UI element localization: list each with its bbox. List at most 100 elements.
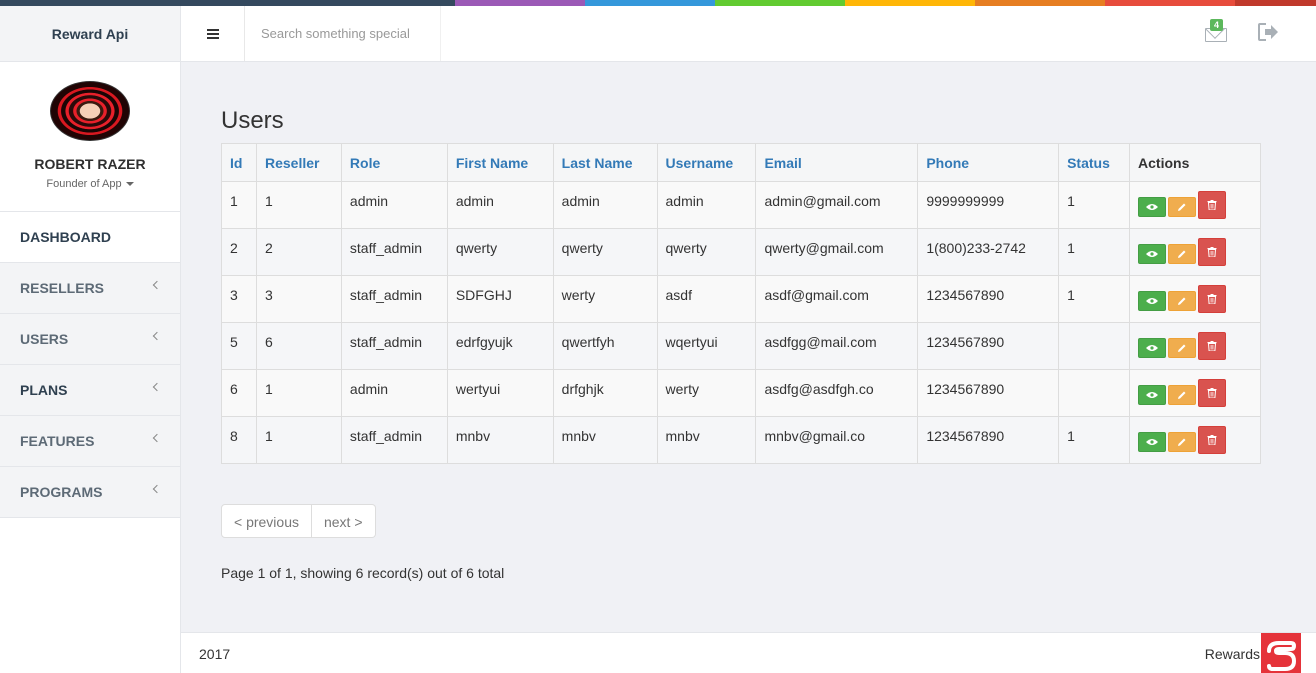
column-header[interactable]: First Name (446, 143, 554, 182)
table-cell: wqertyui (656, 322, 757, 370)
chevron-left-icon (152, 484, 162, 494)
delete-button[interactable] (1198, 285, 1227, 313)
delete-button[interactable] (1198, 332, 1227, 360)
table-cell: 1 (255, 369, 342, 417)
table-cell: wertyui (446, 369, 554, 417)
row-actions (1129, 416, 1261, 464)
table-cell: qwerty@gmail.com (755, 228, 919, 276)
next-page-link[interactable]: next > (311, 504, 376, 538)
delete-button[interactable] (1198, 426, 1227, 454)
trash-icon (1207, 435, 1217, 445)
sidebar-item-plans[interactable]: PLANS (0, 365, 180, 416)
view-button[interactable] (1138, 244, 1167, 264)
search-input[interactable] (247, 6, 441, 61)
column-header[interactable]: Status (1058, 143, 1131, 182)
column-header[interactable]: Username (656, 143, 757, 182)
table-cell: staff_admin (340, 416, 448, 464)
row-actions (1129, 369, 1261, 417)
profile-panel: ROBERT RAZER Founder of App (0, 62, 180, 212)
sidebar-item-features[interactable]: FEATURES (0, 416, 180, 467)
table-cell: SDFGHJ (446, 275, 554, 323)
table-cell (1058, 369, 1131, 417)
table-cell: staff_admin (340, 275, 448, 323)
sidebar-item-label: PROGRAMS (20, 484, 103, 500)
table-cell: 1 (255, 416, 342, 464)
top-navbar: 4 (181, 6, 1316, 62)
mail-count-badge: 4 (1210, 19, 1223, 31)
table-cell: staff_admin (340, 228, 448, 276)
chevron-left-icon (152, 382, 162, 392)
edit-button[interactable] (1168, 385, 1197, 405)
table-cell: qwerty (446, 228, 554, 276)
edit-button[interactable] (1168, 338, 1197, 358)
avatar[interactable] (50, 81, 130, 141)
row-actions (1129, 275, 1261, 323)
profile-role-dropdown[interactable]: Founder of App (0, 178, 180, 190)
sidebar-nav: DASHBOARD RESELLERS USERS PLANS FEATURES… (0, 212, 180, 518)
edit-button[interactable] (1168, 291, 1197, 311)
table-cell: qwerty (552, 228, 658, 276)
view-button[interactable] (1138, 385, 1167, 405)
delete-button[interactable] (1198, 238, 1227, 266)
sidebar-item-label: USERS (20, 331, 69, 347)
sidebar-item-resellers[interactable]: RESELLERS (0, 263, 180, 314)
column-header[interactable]: Reseller (255, 143, 342, 182)
table-cell: mnbv (446, 416, 554, 464)
chevron-left-icon (152, 331, 162, 341)
delete-button[interactable] (1198, 379, 1227, 407)
sidebar-item-label: PLANS (20, 382, 68, 398)
column-header[interactable]: Email (755, 143, 919, 182)
caret-down-icon (125, 182, 134, 187)
table-cell: admin (552, 181, 658, 229)
table-cell: drfghjk (552, 369, 658, 417)
chevron-left-icon (152, 280, 162, 290)
chevron-left-icon (152, 433, 162, 443)
column-header[interactable]: Role (340, 143, 448, 182)
footer-brand: Rewards (1204, 646, 1260, 662)
table-cell (1058, 322, 1131, 370)
app-brand[interactable]: Reward Api (0, 6, 181, 62)
table-cell: 2 (221, 228, 257, 276)
eye-icon (1146, 298, 1159, 304)
pencil-icon (1178, 438, 1186, 446)
view-button[interactable] (1138, 432, 1167, 452)
hamburger-icon (206, 28, 219, 39)
column-header[interactable]: Phone (917, 143, 1060, 182)
sidebar-item-programs[interactable]: PROGRAMS (0, 467, 180, 518)
profile-role: Founder of App (46, 178, 122, 190)
mail-button[interactable]: 4 (1205, 19, 1227, 42)
logout-button[interactable] (1257, 22, 1281, 42)
table-cell: mnbv (552, 416, 658, 464)
view-button[interactable] (1138, 197, 1167, 217)
sidebar-item-label: DASHBOARD (20, 229, 111, 245)
table-cell: 1234567890 (917, 369, 1060, 417)
table-cell: 1(800)233-2742 (917, 228, 1060, 276)
footer-year: 2017 (199, 646, 231, 662)
table-cell: staff_admin (340, 322, 448, 370)
delete-button[interactable] (1198, 191, 1227, 219)
table-header-row: Id Reseller Role First Name Last Name Usernam… (221, 143, 1261, 182)
column-header[interactable]: Id (221, 143, 257, 182)
view-button[interactable] (1138, 291, 1167, 311)
table-cell: 5 (221, 322, 257, 370)
table-cell: mnbv (656, 416, 757, 464)
previous-page-link[interactable]: < previous (221, 504, 312, 538)
table-row: 6 1 admin wertyui drfghjk werty asdfg@asdfgh.c… (221, 369, 1261, 417)
eye-icon (1146, 204, 1159, 210)
menu-toggle-button[interactable] (181, 6, 245, 61)
eye-icon (1146, 345, 1159, 351)
sidebar-item-dashboard[interactable]: DASHBOARD (0, 212, 180, 263)
edit-button[interactable] (1168, 197, 1197, 217)
users-table: Id Reseller Role First Name Last Name Usernam… (221, 143, 1261, 464)
edit-button[interactable] (1168, 432, 1197, 452)
edit-button[interactable] (1168, 244, 1197, 264)
view-button[interactable] (1138, 338, 1167, 358)
pencil-icon (1178, 297, 1186, 305)
sidebar-item-users[interactable]: USERS (0, 314, 180, 365)
main-content: Users Id Reseller Role First Name Last Name U… (181, 62, 1316, 632)
table-cell: 6 (221, 369, 257, 417)
column-header[interactable]: Last Name (552, 143, 658, 182)
table-cell: asdfg@asdfgh.co (755, 369, 919, 417)
table-cell: 1234567890 (917, 416, 1060, 464)
table-cell: 1 (221, 181, 257, 229)
